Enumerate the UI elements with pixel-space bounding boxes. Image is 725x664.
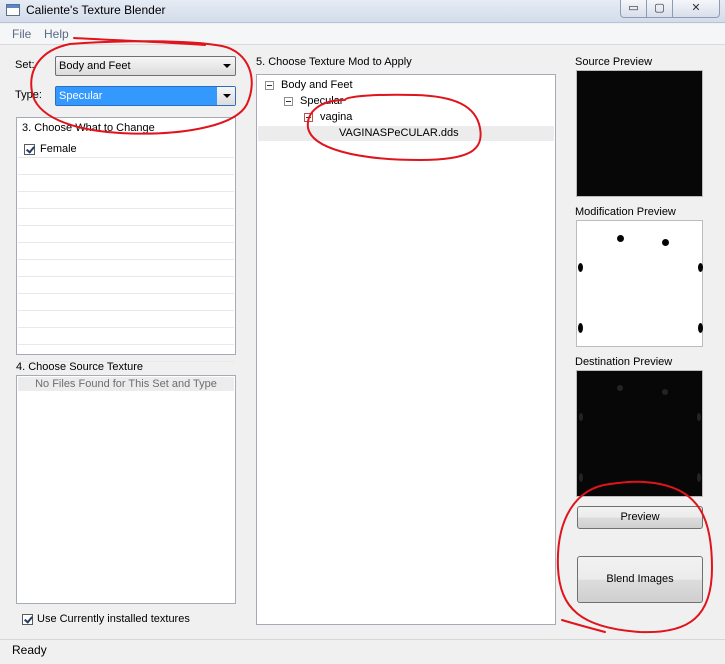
list-item [18,328,234,345]
blend-images-button[interactable]: Blend Images [577,556,703,603]
modification-preview-label: Modification Preview [575,206,676,218]
close-button[interactable]: ✕ [672,0,720,18]
menu-file[interactable]: File [9,27,34,41]
list-item [18,345,234,362]
use-installed-label: Use Currently installed textures [37,613,190,625]
source-preview-image [576,70,703,197]
list-item [18,260,234,277]
list-item [18,277,234,294]
minimize-button[interactable]: ▭ [620,0,647,18]
destination-preview-image [576,370,703,497]
list-item [18,311,234,328]
tree-node-vagina-label: vagina [320,111,353,123]
source-preview-label: Source Preview [575,56,653,68]
list-item [18,209,234,226]
menu-bar: File Help [0,24,725,45]
female-label: Female [40,143,77,155]
set-dropdown-value: Body and Feet [59,60,131,72]
type-dropdown-button [217,87,235,105]
collapse-icon[interactable] [265,81,274,90]
type-label: Type: [15,89,42,101]
mod-panel-title: 5. Choose Texture Mod to Apply [256,56,412,68]
collapse-icon[interactable] [284,97,293,106]
set-dropdown[interactable]: Body and Feet [55,56,236,76]
status-bar: Ready [0,639,725,664]
change-panel-title: 3. Choose What to Change [22,122,155,134]
change-panel: 3. Choose What to Change Female [16,117,236,362]
window-title: Caliente's Texture Blender [26,3,166,17]
source-texture-list[interactable]: No Files Found for This Set and Type [16,375,236,604]
list-item [18,175,234,192]
tree-node-file-label: VAGINASPeCULAR.dds [339,127,459,139]
chevron-down-icon [223,94,231,98]
app-window: Caliente's Texture Blender ▭ ▢ ✕ File He… [0,0,725,664]
set-label: Set: [15,59,35,71]
tree-node-specular-label: Specular [300,95,344,107]
menu-help[interactable]: Help [41,27,72,41]
chevron-down-icon [223,64,231,68]
type-dropdown-value: Specular [57,88,215,104]
list-item [18,192,234,209]
app-window-icon [6,4,20,16]
mod-tree[interactable]: Body and Feet Specular vagina VAGINASPeC… [256,74,556,625]
use-installed-checkbox[interactable] [22,614,33,625]
change-list: Female [18,141,234,362]
empty-list-message: No Files Found for This Set and Type [18,377,234,391]
preview-button[interactable]: Preview [577,506,703,529]
list-item [18,226,234,243]
title-bar[interactable]: Caliente's Texture Blender ▭ ▢ ✕ [0,0,725,23]
annotation-tail-buttons [561,619,606,633]
list-item [18,294,234,311]
maximize-button[interactable]: ▢ [646,0,673,18]
destination-preview-label: Destination Preview [575,356,673,368]
status-text: Ready [12,643,47,657]
collapse-icon[interactable] [304,113,313,122]
source-panel-title: 4. Choose Source Texture [16,361,143,373]
list-item [18,158,234,175]
type-dropdown[interactable]: Specular [55,86,236,106]
list-item[interactable]: Female [18,141,234,158]
tree-node-root-label: Body and Feet [281,79,353,91]
list-item [18,243,234,260]
modification-preview-image [576,220,703,347]
female-checkbox[interactable] [24,144,35,155]
